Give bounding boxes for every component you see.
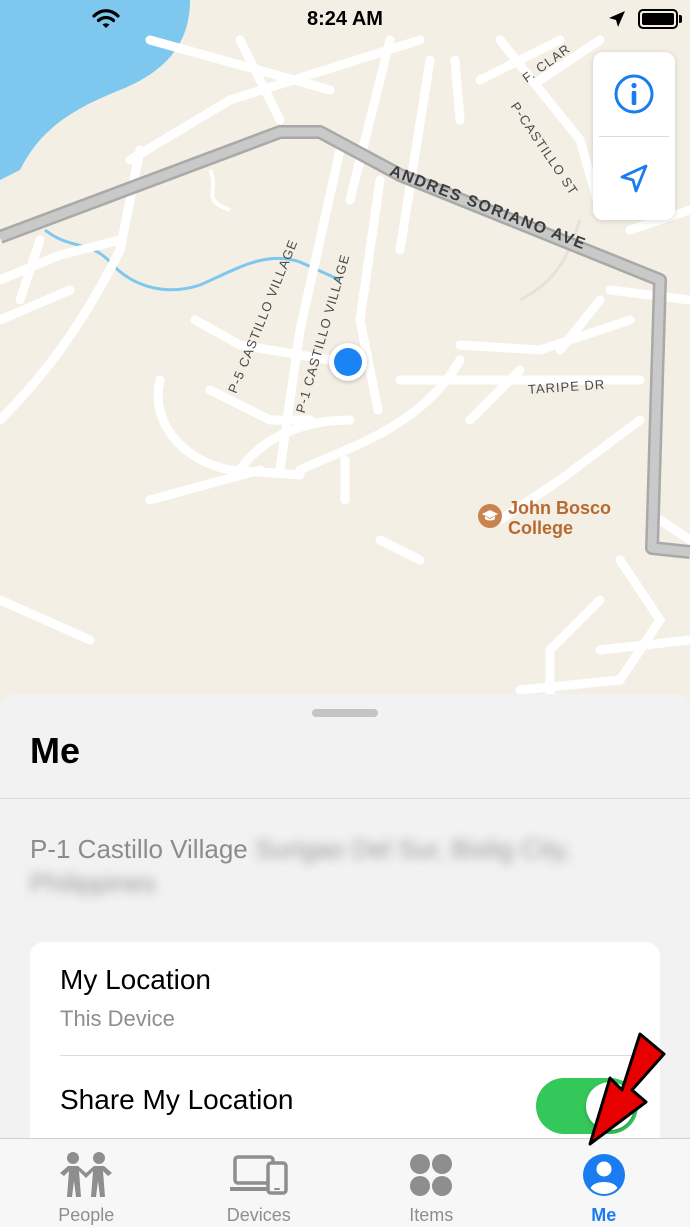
poi-label: John Bosco College — [508, 498, 628, 538]
address-visible: P-1 Castillo Village — [30, 834, 248, 864]
person-circle-icon — [582, 1154, 625, 1196]
tab-people[interactable]: People — [0, 1139, 173, 1227]
wifi-icon — [92, 9, 120, 28]
people-icon — [60, 1152, 113, 1197]
battery-cap — [679, 15, 682, 23]
graduation-cap-icon — [478, 504, 502, 528]
tab-label-me: Me — [591, 1205, 617, 1225]
sheet-divider — [0, 798, 690, 799]
items-icon — [410, 1154, 453, 1196]
card-divider — [60, 1055, 660, 1056]
map-info-button[interactable] — [593, 52, 675, 136]
status-time: 8:24 AM — [307, 7, 383, 30]
tab-items[interactable]: Items — [345, 1139, 518, 1227]
sheet-grabber[interactable] — [312, 709, 378, 717]
location-settings-card: My Location This Device Share My Locatio… — [30, 942, 660, 1138]
battery-icon — [638, 9, 678, 29]
map-view[interactable]: ANDRES SORIANO AVE P-5 CASTILLO VILLAGE … — [0, 0, 690, 720]
tab-bar: People Devices Items Me — [0, 1138, 690, 1227]
share-location-title: Share My Location — [60, 1084, 294, 1115]
tab-label-items: Items — [409, 1205, 454, 1225]
map-controls — [593, 52, 675, 220]
my-location-title: My Location — [60, 964, 211, 995]
poi-label-line1: John Bosco — [508, 498, 612, 518]
poi-label-line2: College — [508, 518, 574, 538]
devices-icon — [229, 1155, 288, 1195]
current-location-dot[interactable] — [329, 343, 367, 381]
my-location-subtitle: This Device — [60, 1006, 175, 1031]
location-services-icon — [609, 11, 625, 27]
location-dot-inner — [334, 348, 362, 376]
tab-devices[interactable]: Devices — [173, 1139, 346, 1227]
tab-label-people: People — [58, 1205, 115, 1225]
current-address: P-1 Castillo Village Surigao Del Sur, Bi… — [30, 832, 630, 900]
location-arrow-icon — [620, 164, 648, 193]
locate-me-button[interactable] — [593, 137, 675, 221]
annotation-arrow-icon — [588, 1032, 666, 1146]
tab-me[interactable]: Me — [518, 1139, 690, 1227]
tab-label-devices: Devices — [226, 1205, 291, 1225]
sheet-title: Me — [30, 730, 81, 771]
info-icon — [614, 74, 654, 114]
status-bar: 8:24 AM — [0, 0, 690, 38]
poi-john-bosco-college[interactable]: John Bosco College — [478, 498, 628, 538]
